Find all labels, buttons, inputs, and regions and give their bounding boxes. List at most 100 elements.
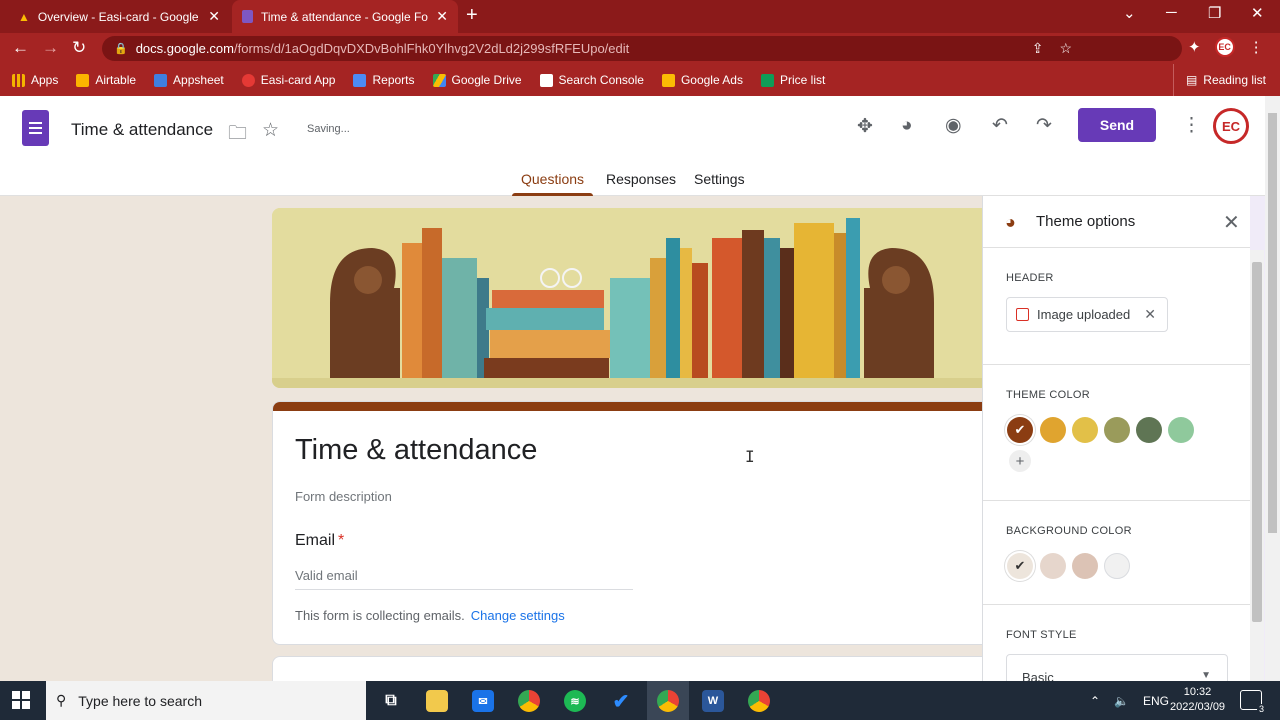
header-image-books (272, 208, 982, 388)
undo-icon[interactable]: ↶ (992, 114, 1008, 137)
theme-color-swatch[interactable] (1040, 417, 1066, 443)
bookmark-price-list[interactable]: Price list (760, 73, 825, 87)
bookmark-label: Airtable (95, 73, 137, 87)
volume-icon[interactable]: 🔈 (1114, 694, 1129, 708)
forward-arrow-icon[interactable]: → (42, 38, 59, 58)
email-field[interactable]: Valid email (295, 568, 633, 590)
bookmark-search-console[interactable]: Search Console (539, 73, 644, 87)
tab-questions[interactable]: Questions (521, 171, 584, 187)
taskbar-search-input[interactable]: ⚲ Type here to search (46, 681, 366, 720)
header-image-chip[interactable]: Image uploaded ✕ (1006, 297, 1168, 332)
chrome-profile-icon[interactable] (657, 690, 679, 712)
browser-tab-forms[interactable]: Time & attendance - Google For ✕ (232, 0, 458, 33)
new-tab-button[interactable]: + (466, 4, 478, 27)
form-description-field[interactable]: Form description (295, 489, 392, 504)
theme-color-swatch[interactable] (1072, 417, 1098, 443)
system-tray: ⌃ 🔈 ENG (1090, 681, 1169, 720)
scrollbar-thumb[interactable] (1252, 262, 1262, 622)
bookmark-google-ads[interactable]: Google Ads (661, 73, 743, 87)
chrome-icon[interactable] (518, 690, 540, 712)
bookmark-reports[interactable]: Reports (353, 73, 415, 87)
change-settings-link[interactable]: Change settings (471, 608, 565, 623)
bookmark-appsheet[interactable]: Appsheet (154, 73, 224, 87)
word-icon[interactable]: W (702, 690, 724, 712)
window-close-icon[interactable]: ✕ (1251, 4, 1264, 22)
bookmark-google-drive[interactable]: Google Drive (432, 73, 522, 87)
add-custom-color-icon[interactable]: + (1009, 450, 1031, 472)
theme-panel-title: Theme options (1036, 213, 1136, 230)
background-color-swatch[interactable] (1040, 553, 1066, 579)
background-color-swatch[interactable] (1104, 553, 1130, 579)
more-vert-icon[interactable]: ⋮ (1182, 114, 1201, 137)
bookmark-airtable[interactable]: Airtable (76, 73, 136, 87)
bookmark-apps[interactable]: Apps (12, 73, 58, 87)
header-chip-label: Image uploaded (1037, 307, 1131, 322)
tray-chevron-icon[interactable]: ⌃ (1090, 694, 1100, 708)
panel-scrollbar[interactable] (1250, 250, 1264, 681)
maximize-icon[interactable]: ❐ (1208, 4, 1221, 22)
preview-eye-icon[interactable]: ◉ (945, 114, 962, 137)
tab-settings[interactable]: Settings (694, 171, 745, 187)
reload-icon[interactable]: ↻ (72, 38, 86, 58)
form-canvas: Time & attendance Form description Email… (0, 196, 982, 681)
share-icon[interactable]: ⇪ (1032, 36, 1044, 61)
easi-card-icon (241, 73, 255, 87)
theme-color-swatch[interactable] (1168, 417, 1194, 443)
font-style-select[interactable]: Basic ▼ (1006, 654, 1228, 681)
spotify-icon[interactable]: ≋ (564, 690, 586, 712)
dropdown-caret-icon: ▼ (1201, 670, 1211, 681)
avatar[interactable]: EC (1213, 108, 1249, 144)
language-indicator[interactable]: ENG (1143, 694, 1169, 708)
close-icon[interactable]: ✕ (436, 8, 448, 25)
todo-check-icon[interactable]: ✔ (610, 690, 632, 713)
divider (983, 604, 1250, 605)
profile-avatar-icon[interactable]: EC (1214, 37, 1235, 57)
bookmark-star-icon[interactable]: ☆ (1059, 36, 1072, 61)
theme-color-swatch-selected[interactable]: ✔ (1007, 417, 1033, 443)
next-question-card[interactable] (272, 656, 982, 681)
airtable-icon (76, 73, 90, 87)
palette-icon[interactable]: ◕ (901, 115, 912, 137)
tab-search-chevron-icon[interactable]: ⌄ (1123, 4, 1136, 22)
divider (983, 500, 1250, 501)
windows-start-icon[interactable] (12, 691, 30, 709)
theme-color-swatch[interactable] (1136, 417, 1162, 443)
scrollbar-thumb[interactable] (1268, 113, 1277, 533)
bookmark-easi-card-app[interactable]: Easi-card App (241, 73, 335, 87)
clock-date: 2022/03/09 (1170, 701, 1226, 713)
redo-icon[interactable]: ↷ (1036, 114, 1052, 137)
document-title[interactable]: Time & attendance (71, 120, 213, 140)
background-color-swatch-selected[interactable]: ✔ (1007, 553, 1033, 579)
minimize-icon[interactable]: ─ (1166, 4, 1177, 21)
reading-list-button[interactable]: ▤ Reading list (1172, 64, 1266, 96)
search-placeholder: Type here to search (78, 692, 203, 709)
send-button[interactable]: Send (1078, 108, 1156, 142)
file-explorer-icon[interactable] (426, 690, 448, 712)
close-icon[interactable]: ✕ (208, 8, 220, 25)
browser-tab-easi-card[interactable]: ▲ Overview - Easi-card - Google Ac ✕ (8, 0, 230, 33)
sheets-icon (760, 73, 774, 87)
theme-color-swatch[interactable] (1104, 417, 1130, 443)
browser-menu-icon[interactable]: ⋮ (1249, 38, 1264, 56)
star-icon[interactable]: ☆ (262, 119, 279, 142)
taskbar-clock[interactable]: 10:32 2022/03/09 (1170, 685, 1225, 715)
tab-responses[interactable]: Responses (606, 171, 676, 187)
folder-icon[interactable]: 🗀 (228, 119, 247, 151)
background-color-swatch[interactable] (1072, 553, 1098, 579)
search-icon: ⚲ (56, 692, 67, 708)
google-forms-logo-icon[interactable] (22, 110, 49, 146)
theme-panel-header: ◕ Theme options ✕ (983, 196, 1250, 248)
remove-image-icon[interactable]: ✕ (1144, 306, 1156, 323)
page-scrollbar[interactable] (1265, 96, 1280, 681)
back-arrow-icon[interactable]: ← (12, 38, 29, 58)
task-view-icon[interactable]: ⧉ (380, 690, 402, 712)
close-icon[interactable]: ✕ (1223, 210, 1240, 235)
extensions-puzzle-icon[interactable]: ✦ (1188, 38, 1201, 56)
notification-center-icon[interactable]: 3 (1240, 690, 1266, 714)
url-bar[interactable]: 🔒 docs.google.com/forms/d/1aOgdDqvDXDvBo… (102, 36, 1182, 61)
form-title[interactable]: Time & attendance (295, 434, 537, 467)
add-ons-puzzle-icon[interactable]: ✥ (857, 115, 873, 138)
appsheet-icon (154, 73, 168, 87)
mail-icon[interactable]: ✉ (472, 690, 494, 712)
chrome-icon[interactable] (748, 690, 770, 712)
